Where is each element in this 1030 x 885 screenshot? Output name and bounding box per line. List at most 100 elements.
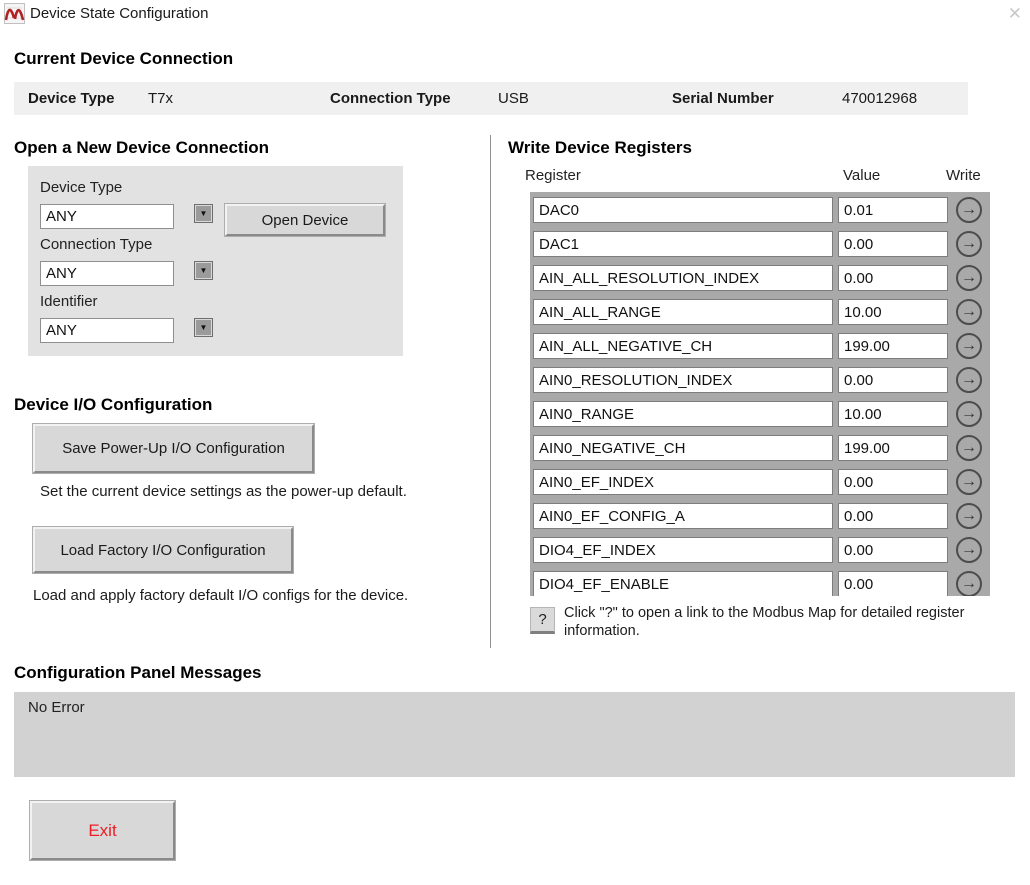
load-config-caption: Load and apply factory default I/O confi… [33, 587, 408, 604]
register-column-header: Register [525, 167, 581, 184]
save-config-caption: Set the current device settings as the p… [40, 483, 407, 500]
register-row: → [533, 231, 990, 257]
register-table: → → → → → → → → [530, 192, 990, 596]
register-row: → [533, 333, 990, 359]
register-name-input[interactable] [533, 231, 833, 257]
register-value-input[interactable] [838, 367, 948, 393]
register-name-input[interactable] [533, 503, 833, 529]
arrow-right-icon: → [961, 201, 977, 218]
write-register-button[interactable]: → [956, 401, 982, 427]
arrow-right-icon: → [961, 337, 977, 354]
register-name-input[interactable] [533, 571, 833, 596]
open-device-button[interactable]: Open Device [225, 204, 385, 236]
register-value-input[interactable] [838, 333, 948, 359]
identifier-label: Identifier [40, 293, 98, 310]
current-connection-strip: Device Type T7x Connection Type USB Seri… [14, 82, 968, 115]
register-name-input[interactable] [533, 197, 833, 223]
register-value-input[interactable] [838, 401, 948, 427]
register-value-input[interactable] [838, 197, 948, 223]
write-register-button[interactable]: → [956, 503, 982, 529]
register-row: → [533, 265, 990, 291]
panel-messages-box: No Error [14, 692, 1015, 777]
connection-type-select[interactable] [40, 261, 174, 286]
register-value-input[interactable] [838, 435, 948, 461]
section-divider [490, 135, 491, 648]
panel-message-text: No Error [28, 699, 85, 716]
close-icon[interactable]: ✕ [1008, 4, 1022, 24]
device-type-label: Device Type [28, 90, 114, 107]
write-register-button[interactable]: → [956, 197, 982, 223]
register-value-input[interactable] [838, 265, 948, 291]
arrow-right-icon: → [961, 235, 977, 252]
register-row: → [533, 469, 990, 495]
current-connection-heading: Current Device Connection [14, 49, 233, 69]
window-title: Device State Configuration [30, 5, 208, 22]
write-register-button[interactable]: → [956, 469, 982, 495]
register-name-input[interactable] [533, 435, 833, 461]
arrow-right-icon: → [961, 473, 977, 490]
write-register-button[interactable]: → [956, 367, 982, 393]
arrow-right-icon: → [961, 269, 977, 286]
register-value-input[interactable] [838, 537, 948, 563]
write-column-header: Write [946, 167, 981, 184]
write-register-button[interactable]: → [956, 265, 982, 291]
identifier-select[interactable] [40, 318, 174, 343]
panel-messages-heading: Configuration Panel Messages [14, 663, 262, 683]
arrow-right-icon: → [961, 371, 977, 388]
register-value-input[interactable] [838, 571, 948, 596]
connection-type-label: Connection Type [330, 90, 451, 107]
register-row: → [533, 435, 990, 461]
register-value-input[interactable] [838, 231, 948, 257]
register-name-input[interactable] [533, 299, 833, 325]
register-name-input[interactable] [533, 537, 833, 563]
register-name-input[interactable] [533, 367, 833, 393]
write-register-button[interactable]: → [956, 571, 982, 596]
open-connection-heading: Open a New Device Connection [14, 138, 269, 158]
write-register-button[interactable]: → [956, 231, 982, 257]
register-row: → [533, 401, 990, 427]
write-register-button[interactable]: → [956, 299, 982, 325]
write-register-button[interactable]: → [956, 435, 982, 461]
modbus-help-text: Click "?" to open a link to the Modbus M… [564, 604, 1016, 640]
load-factory-config-button[interactable]: Load Factory I/O Configuration [33, 527, 293, 573]
title-bar: Device State Configuration ✕ [0, 0, 1030, 28]
save-power-up-config-button[interactable]: Save Power-Up I/O Configuration [33, 424, 314, 473]
labjack-logo-icon [4, 3, 25, 24]
identifier-dropdown-icon[interactable]: ▼ [195, 319, 212, 336]
register-row: → [533, 367, 990, 393]
connection-type-dropdown-icon[interactable]: ▼ [195, 262, 212, 279]
arrow-right-icon: → [961, 405, 977, 422]
register-name-input[interactable] [533, 265, 833, 291]
register-row: → [533, 299, 990, 325]
device-state-configuration-window: Device State Configuration ✕ Current Dev… [0, 0, 1030, 885]
arrow-right-icon: → [961, 541, 977, 558]
arrow-right-icon: → [961, 575, 977, 592]
open-connection-type-label: Connection Type [40, 236, 152, 253]
register-row: → [533, 503, 990, 529]
value-column-header: Value [843, 167, 880, 184]
register-value-input[interactable] [838, 469, 948, 495]
register-row: → [533, 197, 990, 223]
device-type-select[interactable] [40, 204, 174, 229]
register-value-input[interactable] [838, 503, 948, 529]
register-name-input[interactable] [533, 333, 833, 359]
arrow-right-icon: → [961, 303, 977, 320]
register-value-input[interactable] [838, 299, 948, 325]
write-registers-heading: Write Device Registers [508, 138, 692, 158]
open-device-type-label: Device Type [40, 179, 122, 196]
connection-type-value: USB [498, 90, 529, 107]
serial-number-value: 470012968 [842, 90, 917, 107]
modbus-help-button[interactable]: ? [530, 607, 555, 634]
register-name-input[interactable] [533, 469, 833, 495]
serial-number-label: Serial Number [672, 90, 774, 107]
open-connection-panel: Device Type ▼ Open Device Connection Typ… [28, 166, 403, 356]
device-type-dropdown-icon[interactable]: ▼ [195, 205, 212, 222]
write-register-button[interactable]: → [956, 537, 982, 563]
register-row: → [533, 537, 990, 563]
register-name-input[interactable] [533, 401, 833, 427]
exit-button[interactable]: Exit [30, 801, 175, 860]
write-register-button[interactable]: → [956, 333, 982, 359]
register-row: → [533, 571, 990, 596]
arrow-right-icon: → [961, 507, 977, 524]
device-type-value: T7x [148, 90, 173, 107]
